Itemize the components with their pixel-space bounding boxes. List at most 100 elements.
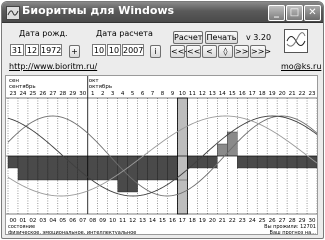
day-label-top: 6 bbox=[141, 91, 145, 97]
summary-bar bbox=[97, 155, 108, 181]
calculate-button[interactable]: Расчет bbox=[173, 31, 203, 44]
day-label-top: 3 bbox=[111, 91, 115, 97]
summary-bar bbox=[256, 155, 268, 169]
day-label-bottom: 04 bbox=[49, 218, 56, 224]
day-label-bottom: 05 bbox=[59, 218, 66, 224]
summary-bar bbox=[207, 155, 218, 169]
day-label-top: 15 bbox=[229, 91, 236, 97]
day-label-bottom: 10 bbox=[109, 218, 116, 224]
summary-bar bbox=[247, 155, 258, 169]
day-label-top: 20 bbox=[279, 91, 286, 97]
day-label-top: 26 bbox=[39, 91, 46, 97]
close-button[interactable]: ✕ bbox=[304, 5, 321, 21]
month-label: сентябрь bbox=[9, 84, 36, 90]
app-icon bbox=[6, 6, 20, 20]
birth-year-field[interactable]: 1972 bbox=[40, 44, 62, 56]
add-button[interactable]: + bbox=[69, 45, 80, 58]
summary-bar bbox=[167, 155, 178, 181]
logo-icon bbox=[284, 29, 308, 53]
summary-bar bbox=[87, 155, 98, 181]
day-label-top: 23 bbox=[9, 91, 16, 97]
day-label-top: 23 bbox=[309, 91, 316, 97]
day-label-top: 10 bbox=[179, 91, 186, 97]
day-label-top: 7 bbox=[151, 91, 155, 97]
month-label: октябрь bbox=[89, 84, 112, 90]
summary-bar bbox=[157, 155, 168, 181]
day-label-top: 5 bbox=[131, 91, 135, 97]
day-label-top: 13 bbox=[209, 91, 216, 97]
status-text: физическое, эмоциональное, интеллектуаль… bbox=[8, 230, 136, 235]
day-label-bottom: 09 bbox=[99, 218, 106, 224]
day-label-top: 21 bbox=[289, 91, 296, 97]
day-label-top: 9 bbox=[171, 91, 175, 97]
calc-year-field[interactable]: 2007 bbox=[122, 44, 144, 56]
birth-day-field[interactable]: 31 bbox=[10, 44, 24, 56]
minimize-button[interactable]: _ bbox=[268, 5, 285, 21]
day-label-top: 24 bbox=[19, 91, 26, 97]
birth-month-field[interactable]: 12 bbox=[25, 44, 39, 56]
print-button[interactable]: Печать bbox=[205, 31, 238, 44]
version-label: v 3.20 bbox=[246, 33, 272, 42]
day-label-top: 22 bbox=[299, 91, 306, 97]
app-window: Биоритмы для Windows _ □ ✕ Дата рожд. 31… bbox=[1, 1, 324, 239]
summary-bar bbox=[237, 155, 248, 169]
window-title: Биоритмы для Windows bbox=[22, 4, 175, 17]
day-label-bottom: 15 bbox=[159, 218, 166, 224]
summary-bar bbox=[276, 155, 288, 169]
day-label-bottom: 24 bbox=[249, 218, 256, 224]
summary-bar bbox=[27, 155, 39, 181]
day-label-bottom: 13 bbox=[139, 218, 146, 224]
day-label-bottom: 19 bbox=[199, 218, 206, 224]
day-label-top: 27 bbox=[49, 91, 56, 97]
day-label-bottom: 17 bbox=[179, 218, 186, 224]
day-label-bottom: 21 bbox=[219, 218, 226, 224]
summary-bar bbox=[266, 155, 278, 169]
summary-bar bbox=[7, 155, 19, 169]
calc-month-field[interactable]: 10 bbox=[107, 44, 121, 56]
birth-date-label: Дата рожд. bbox=[19, 29, 68, 38]
day-label-top: 30 bbox=[79, 91, 86, 97]
day-label-top: 29 bbox=[69, 91, 76, 97]
day-label-bottom: 11 bbox=[119, 218, 126, 224]
day-label-top: 19 bbox=[269, 91, 276, 97]
title-bar[interactable]: Биоритмы для Windows _ □ ✕ bbox=[2, 2, 323, 23]
day-label-top: 12 bbox=[199, 91, 206, 97]
summary-bar bbox=[57, 155, 69, 181]
summary-bar bbox=[47, 155, 59, 181]
info-button[interactable]: i bbox=[150, 45, 161, 58]
nav-forward-button[interactable]: >> bbox=[234, 45, 249, 58]
day-label-top: 17 bbox=[249, 91, 256, 97]
nav-prev-button[interactable]: < bbox=[202, 45, 217, 58]
lived-days-text: Ваш прогноз на... bbox=[270, 230, 317, 235]
summary-bar bbox=[17, 155, 29, 181]
day-label-bottom: 22 bbox=[229, 218, 236, 224]
nav-forward-far-button[interactable]: >>> bbox=[250, 45, 271, 58]
day-label-top: 28 bbox=[59, 91, 66, 97]
day-label-bottom: 14 bbox=[149, 218, 156, 224]
day-label-top: 16 bbox=[239, 91, 246, 97]
day-label-bottom: 16 bbox=[169, 218, 176, 224]
biorhythm-chart: сен сентябрь окт октябрь 23 24 25 26 27 28 29 30 1 2 3… bbox=[5, 75, 318, 235]
nav-back-button[interactable]: << bbox=[186, 45, 201, 58]
maximize-button[interactable]: □ bbox=[286, 5, 303, 21]
day-label-top: 8 bbox=[161, 91, 165, 97]
day-label-top: 25 bbox=[29, 91, 36, 97]
day-label-top: 4 bbox=[121, 91, 125, 97]
nav-today-button[interactable]: ◊ bbox=[218, 45, 233, 58]
email-link[interactable]: mo@ks.ru bbox=[281, 62, 321, 71]
day-label-top: 1 bbox=[91, 91, 95, 97]
nav-back-far-button[interactable]: <<< bbox=[170, 45, 191, 58]
day-label-bottom: 23 bbox=[239, 218, 246, 224]
summary-bar bbox=[197, 155, 208, 169]
site-link[interactable]: http://www.bioritm.ru/ bbox=[9, 62, 97, 71]
day-label-bottom: 07 bbox=[79, 218, 86, 224]
day-label-bottom: 08 bbox=[89, 218, 96, 224]
day-label-bottom: 12 bbox=[129, 218, 136, 224]
day-label-bottom: 20 bbox=[209, 218, 216, 224]
summary-bar bbox=[147, 155, 158, 181]
day-label-top: 18 bbox=[259, 91, 266, 97]
day-label-bottom: 03 bbox=[39, 218, 46, 224]
day-label-bottom: 06 bbox=[69, 218, 76, 224]
day-label-top: 14 bbox=[219, 91, 226, 97]
calc-day-field[interactable]: 10 bbox=[92, 44, 106, 56]
